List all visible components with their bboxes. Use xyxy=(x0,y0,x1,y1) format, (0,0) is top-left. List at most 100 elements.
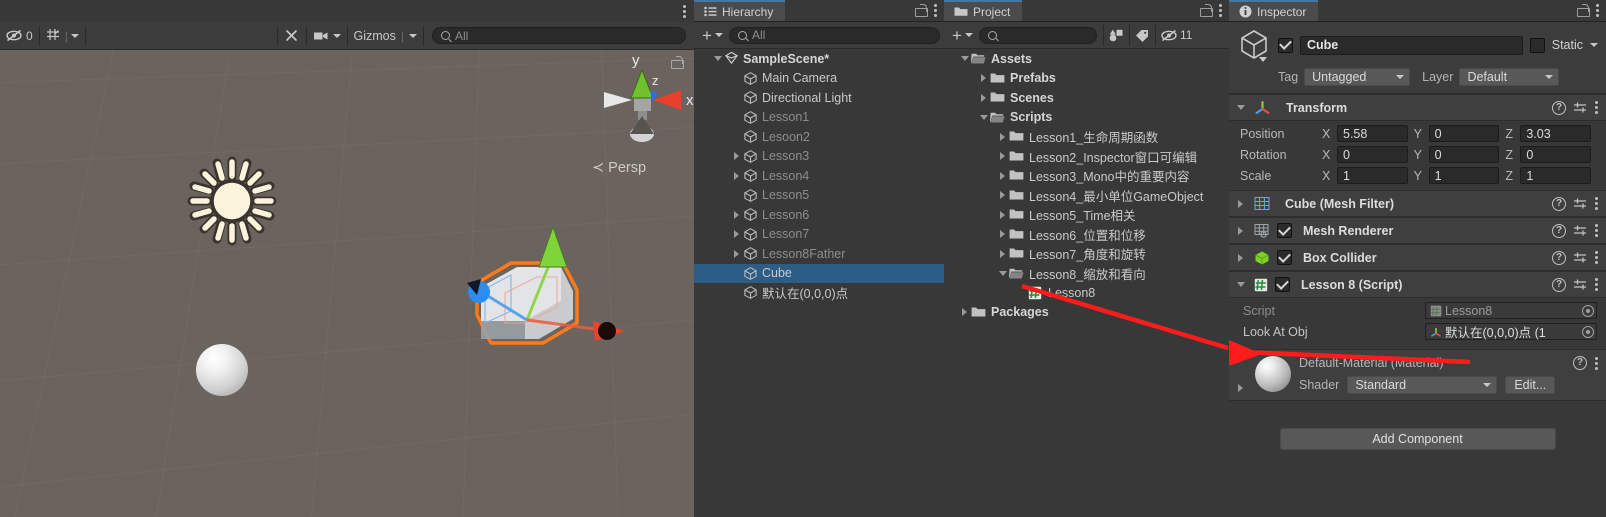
hierarchy-kebab-icon[interactable] xyxy=(934,4,937,17)
hierarchy-item-3[interactable]: Lesson1 xyxy=(694,108,944,128)
help-icon[interactable]: ? xyxy=(1552,100,1566,115)
disclosure-arrow[interactable] xyxy=(996,171,1009,180)
transform-position-y[interactable]: 0 xyxy=(1428,125,1500,142)
disclosure-arrow[interactable] xyxy=(730,249,743,258)
component-foldout-arrow[interactable] xyxy=(1234,199,1247,208)
disclosure-arrow[interactable] xyxy=(730,210,743,219)
hierarchy-item-12[interactable]: 默认在(0,0,0)点 xyxy=(694,283,944,303)
transform-scale-y[interactable]: 1 xyxy=(1428,167,1500,184)
transform-foldout-arrow[interactable] xyxy=(1234,105,1247,110)
project-add-button[interactable]: + xyxy=(948,26,977,45)
hierarchy-item-5[interactable]: Lesson3 xyxy=(694,147,944,167)
component-foldout-arrow[interactable] xyxy=(1234,282,1247,287)
project-item-3[interactable]: Scripts xyxy=(944,108,1229,128)
component-kebab-icon[interactable] xyxy=(1595,197,1598,210)
grid-dropdown-caret-icon[interactable] xyxy=(70,33,79,38)
scene-effects-button[interactable] xyxy=(278,25,307,46)
project-lock-icon[interactable] xyxy=(1200,4,1213,17)
preset-icon[interactable] xyxy=(1573,197,1588,210)
preset-icon[interactable] xyxy=(1573,278,1588,291)
sun-icon[interactable] xyxy=(186,155,278,247)
gizmo-axis-x-label[interactable]: x xyxy=(686,92,694,109)
hierarchy-item-8[interactable]: Lesson6 xyxy=(694,205,944,225)
shader-dropdown[interactable]: Standard xyxy=(1347,376,1498,394)
preset-icon[interactable] xyxy=(1573,224,1588,237)
shader-edit-button[interactable]: Edit... xyxy=(1505,376,1556,394)
layer-dropdown[interactable]: Default xyxy=(1459,68,1560,86)
viewport-lock-icon[interactable] xyxy=(671,56,684,69)
hierarchy-item-6[interactable]: Lesson4 xyxy=(694,166,944,186)
preset-icon[interactable] xyxy=(1573,101,1588,114)
gizmos-dropdown-caret-icon[interactable] xyxy=(409,33,417,38)
component-enabled-checkbox[interactable] xyxy=(1277,250,1292,265)
help-icon[interactable]: ? xyxy=(1552,250,1566,265)
disclosure-arrow[interactable] xyxy=(996,270,1009,276)
disclosure-arrow[interactable] xyxy=(711,56,724,62)
component-foldout-arrow[interactable] xyxy=(1234,226,1247,235)
component-kebab-icon[interactable] xyxy=(1595,278,1598,291)
disclosure-arrow[interactable] xyxy=(958,56,971,62)
inspector-lock-icon[interactable] xyxy=(1577,4,1590,17)
inspector-kebab-icon[interactable] xyxy=(1596,4,1599,17)
disclosure-arrow[interactable] xyxy=(977,114,990,120)
static-checkbox[interactable] xyxy=(1529,37,1545,53)
add-component-button[interactable]: Add Component xyxy=(1279,428,1556,450)
gizmos-button[interactable]: Gizmos | xyxy=(348,25,424,46)
component-header-mesh-renderer[interactable]: Mesh Renderer ? xyxy=(1229,217,1606,244)
hierarchy-lock-icon[interactable] xyxy=(915,4,928,17)
disclosure-arrow[interactable] xyxy=(730,152,743,161)
project-item-11[interactable]: Lesson8_缩放和看向 xyxy=(944,264,1229,284)
scene-viewport[interactable]: y x z ≺ Persp xyxy=(0,50,694,517)
scene-search-input[interactable]: All xyxy=(432,27,686,44)
gizmo-axis-z-label[interactable]: z xyxy=(652,73,659,88)
object-picker-icon[interactable] xyxy=(1582,304,1594,317)
project-label-filter-button[interactable] xyxy=(1128,24,1155,46)
tab-inspector[interactable]: Inspector xyxy=(1229,0,1319,21)
preset-icon[interactable] xyxy=(1573,251,1588,264)
project-item-0[interactable]: Assets xyxy=(944,49,1229,69)
script-prop-object-field[interactable]: Lesson8 xyxy=(1425,302,1597,319)
gameobject-enabled-checkbox[interactable] xyxy=(1278,37,1293,53)
camera-dropdown-caret-icon[interactable] xyxy=(332,33,341,38)
hierarchy-item-10[interactable]: Lesson8Father xyxy=(694,244,944,264)
component-enabled-checkbox[interactable] xyxy=(1275,277,1290,292)
hierarchy-item-1[interactable]: Main Camera xyxy=(694,69,944,89)
transform-position-x[interactable]: 5.58 xyxy=(1337,125,1408,142)
chevron-down-icon[interactable] xyxy=(714,33,723,37)
disclosure-arrow[interactable] xyxy=(977,93,990,102)
project-item-13[interactable]: Packages xyxy=(944,303,1229,323)
gizmo-axis-y-label[interactable]: y xyxy=(632,52,640,69)
chevron-down-icon[interactable] xyxy=(964,33,973,37)
component-header-cube-mesh-filter[interactable]: Cube (Mesh Filter) ? xyxy=(1229,190,1606,217)
project-item-4[interactable]: Lesson1_生命周期函数 xyxy=(944,127,1229,147)
scene-projection-label[interactable]: ≺ Persp xyxy=(592,160,646,176)
transform-kebab-icon[interactable] xyxy=(1595,101,1598,114)
project-asset-filter-button[interactable] xyxy=(1102,24,1129,46)
disclosure-arrow[interactable] xyxy=(996,210,1009,219)
project-item-8[interactable]: Lesson5_Time相关 xyxy=(944,205,1229,225)
static-dropdown-caret-icon[interactable] xyxy=(1590,43,1598,47)
transform-rotation-x[interactable]: 0 xyxy=(1337,146,1408,163)
project-item-10[interactable]: Lesson7_角度和旋转 xyxy=(944,244,1229,264)
project-item-2[interactable]: Scenes xyxy=(944,88,1229,108)
component-header-transform[interactable]: Transform ? xyxy=(1229,94,1606,121)
script-prop-object-field[interactable]: 默认在(0,0,0)点 (1 xyxy=(1425,323,1597,340)
help-icon[interactable]: ? xyxy=(1552,277,1566,292)
material-foldout-arrow[interactable] xyxy=(1234,384,1247,392)
transform-position-z[interactable]: 3.03 xyxy=(1520,125,1592,142)
disclosure-arrow[interactable] xyxy=(996,249,1009,258)
transform-rotation-y[interactable]: 0 xyxy=(1428,146,1500,163)
disclosure-arrow[interactable] xyxy=(977,74,990,83)
help-icon[interactable]: ? xyxy=(1552,223,1566,238)
hierarchy-add-button[interactable]: + xyxy=(698,26,727,45)
hierarchy-item-9[interactable]: Lesson7 xyxy=(694,225,944,245)
gameobject-name-input[interactable]: Cube xyxy=(1300,35,1523,55)
project-kebab-icon[interactable] xyxy=(1219,4,1222,17)
cube-object-selected[interactable] xyxy=(455,215,655,380)
component-header-box-collider[interactable]: Box Collider ? xyxy=(1229,244,1606,271)
scene-grid-visibility-button[interactable]: | xyxy=(40,25,86,46)
object-picker-icon[interactable] xyxy=(1582,325,1594,338)
tag-dropdown[interactable]: Untagged xyxy=(1304,68,1411,86)
project-search-input[interactable] xyxy=(978,26,1097,44)
disclosure-arrow[interactable] xyxy=(730,230,743,239)
